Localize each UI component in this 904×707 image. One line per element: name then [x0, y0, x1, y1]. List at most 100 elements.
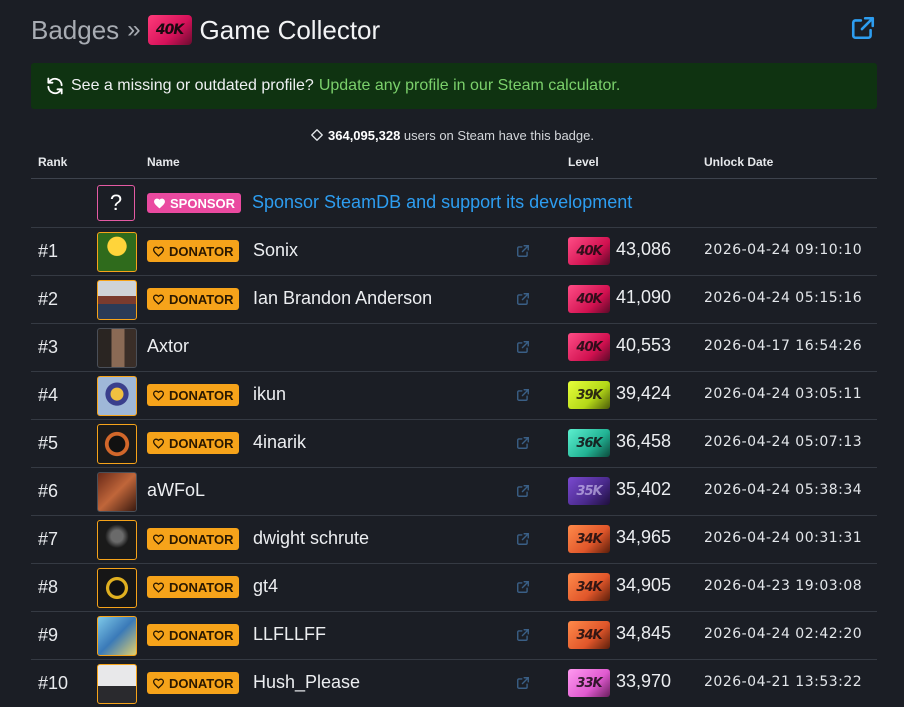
- rank-cell: #1: [38, 241, 59, 261]
- avatar[interactable]: [97, 280, 137, 320]
- banner-text: See a missing or outdated profile?: [71, 77, 314, 94]
- level-badge-icon: 34K: [568, 525, 610, 553]
- avatar[interactable]: [97, 376, 137, 416]
- table-row: #4 DONATOR ikun 39K 39,424 2026-04-24 03…: [31, 371, 877, 419]
- unlock-date-cell: 2026-04-24 09:10:10: [704, 242, 863, 258]
- external-link-icon[interactable]: [516, 436, 530, 450]
- avatar[interactable]: [97, 424, 137, 464]
- column-header-level[interactable]: Level: [568, 155, 599, 169]
- column-header-name[interactable]: Name: [147, 155, 180, 169]
- level-badge-icon: 40K: [568, 285, 610, 313]
- player-name[interactable]: Sonix: [253, 240, 298, 261]
- level-cell: 35,402: [616, 479, 672, 499]
- steam-calculator-link[interactable]: Update any profile in our Steam calculat…: [319, 77, 621, 95]
- level-badge-icon: 36K: [568, 429, 610, 457]
- users-count: 364,095,328: [328, 128, 401, 143]
- avatar[interactable]: [97, 568, 137, 608]
- rank-cell: #9: [38, 625, 59, 645]
- heart-icon: [152, 390, 165, 401]
- table-row: #1 DONATOR Sonix 40K 43,086 2026-04-24 0…: [31, 227, 877, 275]
- donator-label: DONATOR: [169, 243, 234, 259]
- external-link-icon[interactable]: [516, 580, 530, 594]
- level-badge-icon: 40K: [568, 333, 610, 361]
- badge-users-count: 364,095,328 users on Steam have this bad…: [0, 128, 904, 143]
- sponsor-steamdb-link[interactable]: Sponsor SteamDB and support its developm…: [252, 192, 632, 213]
- avatar[interactable]: [97, 232, 137, 272]
- level-badge-icon: 35K: [568, 477, 610, 505]
- table-row: #9 DONATOR LLFLLFF 34K 34,845 2026-04-24…: [31, 611, 877, 659]
- donator-label: DONATOR: [169, 531, 234, 547]
- external-link-icon[interactable]: [516, 676, 530, 690]
- avatar[interactable]: [97, 472, 137, 512]
- external-link-icon[interactable]: [516, 484, 530, 498]
- page-title: Game Collector: [199, 14, 381, 45]
- unlock-date-cell: 2026-04-21 13:53:22: [704, 674, 863, 690]
- level-badge-icon: 39K: [568, 381, 610, 409]
- level-cell: 34,845: [616, 623, 672, 643]
- level-cell: 33,970: [616, 671, 672, 691]
- level-badge-icon: 40K: [568, 237, 610, 265]
- heart-icon: [152, 534, 165, 545]
- unlock-date-cell: 2026-04-24 00:31:31: [704, 530, 863, 546]
- player-name[interactable]: ikun: [253, 384, 286, 405]
- table-row: #7 DONATOR dwight schrute 34K 34,965 202…: [31, 515, 877, 563]
- breadcrumb-separator: »: [127, 16, 141, 43]
- rank-cell: #5: [38, 433, 59, 453]
- unlock-date-cell: 2026-04-17 16:54:26: [704, 338, 863, 354]
- heart-icon: [152, 246, 165, 257]
- heart-icon: [154, 198, 165, 209]
- player-name[interactable]: LLFLLFF: [253, 624, 326, 645]
- level-cell: 41,090: [616, 287, 672, 307]
- donator-label: DONATOR: [169, 627, 234, 643]
- donator-badge: DONATOR: [147, 624, 239, 646]
- donator-badge: DONATOR: [147, 288, 239, 310]
- external-link-icon[interactable]: [516, 628, 530, 642]
- player-name[interactable]: dwight schrute: [253, 528, 369, 549]
- avatar[interactable]: [97, 616, 137, 656]
- level-cell: 36,458: [616, 431, 672, 451]
- player-name[interactable]: gt4: [253, 576, 278, 597]
- donator-badge: DONATOR: [147, 240, 239, 262]
- badge-icon: 40K: [147, 15, 192, 45]
- level-cell: 43,086: [616, 239, 672, 259]
- player-name[interactable]: Ian Brandon Anderson: [253, 288, 432, 309]
- external-link-icon[interactable]: [516, 292, 530, 306]
- breadcrumb-badges[interactable]: Badges: [31, 15, 119, 46]
- external-link-icon[interactable]: [850, 15, 876, 41]
- donator-badge: DONATOR: [147, 672, 239, 694]
- table-row: #8 DONATOR gt4 34K 34,905 2026-04-23 19:…: [31, 563, 877, 611]
- sponsor-row: ? SPONSOR Sponsor SteamDB and support it…: [31, 179, 877, 227]
- external-link-icon[interactable]: [516, 532, 530, 546]
- rank-cell: #7: [38, 529, 59, 549]
- update-profile-banner: See a missing or outdated profile? Updat…: [31, 63, 877, 109]
- avatar[interactable]: [97, 664, 137, 704]
- rank-cell: #6: [38, 481, 59, 501]
- avatar[interactable]: [97, 328, 137, 368]
- heart-icon: [152, 438, 165, 449]
- heart-icon: [152, 678, 165, 689]
- level-cell: 40,553: [616, 335, 672, 355]
- tag-icon: [311, 129, 323, 141]
- level-cell: 34,905: [616, 575, 672, 595]
- player-name[interactable]: 4inarik: [253, 432, 306, 453]
- external-link-icon[interactable]: [516, 244, 530, 258]
- unlock-date-cell: 2026-04-24 05:15:16: [704, 290, 863, 306]
- external-link-icon[interactable]: [516, 388, 530, 402]
- unlock-date-cell: 2026-04-24 03:05:11: [704, 386, 863, 402]
- rank-cell: #8: [38, 577, 59, 597]
- avatar[interactable]: [97, 520, 137, 560]
- donator-label: DONATOR: [169, 675, 234, 691]
- level-cell: 39,424: [616, 383, 672, 403]
- rank-cell: #2: [38, 289, 59, 309]
- player-name[interactable]: Hush_Please: [253, 672, 360, 693]
- player-name[interactable]: aWFoL: [147, 480, 205, 501]
- unlock-date-cell: 2026-04-24 05:38:34: [704, 482, 863, 498]
- column-header-unlock-date[interactable]: Unlock Date: [704, 155, 773, 169]
- donator-label: DONATOR: [169, 579, 234, 595]
- rank-cell: #4: [38, 385, 59, 405]
- heart-icon: [152, 582, 165, 593]
- sponsor-avatar[interactable]: ?: [97, 185, 135, 221]
- external-link-icon[interactable]: [516, 340, 530, 354]
- player-name[interactable]: Axtor: [147, 336, 189, 357]
- column-header-rank[interactable]: Rank: [38, 155, 67, 169]
